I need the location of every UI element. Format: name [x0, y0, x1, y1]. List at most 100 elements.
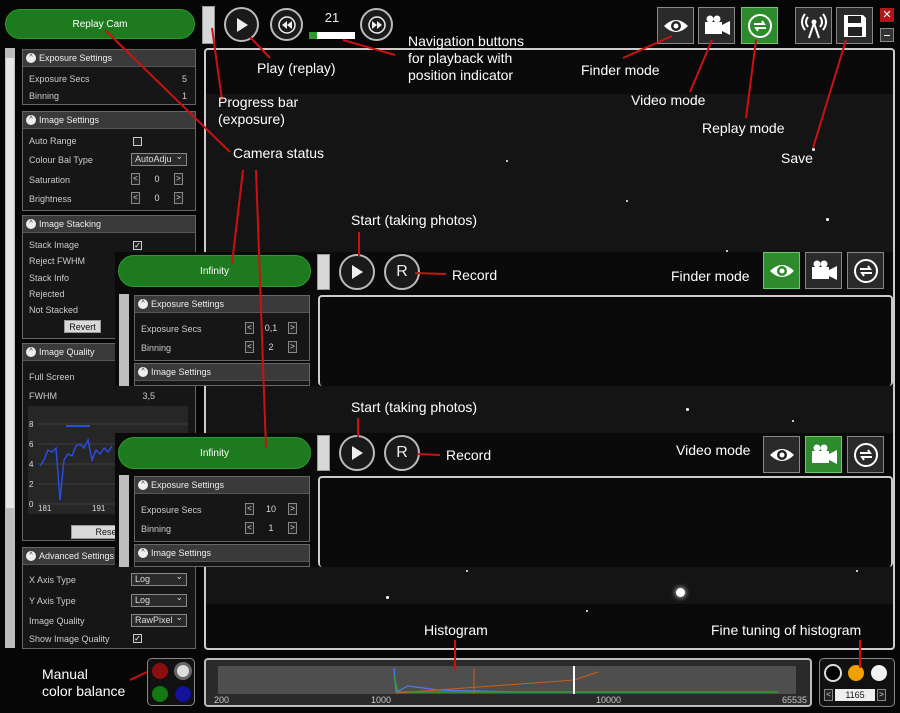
image-stacking-header[interactable]: ^ Image Stacking — [23, 216, 195, 233]
star — [386, 596, 389, 599]
fine-tuning-value[interactable]: 1165 — [835, 689, 875, 701]
exposure-settings-header[interactable]: ^ Exposure Settings — [23, 50, 195, 67]
y-tick-label: 2 — [29, 480, 34, 489]
annotation-histogram: Histogram — [424, 622, 488, 638]
annotation-record-1: Record — [452, 267, 498, 283]
y-tick-label: 4 — [29, 460, 34, 469]
saturation-stepper[interactable]: <0 > — [131, 173, 183, 185]
red-color-button[interactable] — [152, 663, 168, 679]
increment-button[interactable]: > — [288, 322, 297, 334]
video-video-button[interactable] — [805, 436, 842, 473]
annotation-fine-tuning: Fine tuning of histogram — [711, 622, 862, 638]
colour-bal-select[interactable]: AutoAdju — [131, 151, 187, 166]
finder-image-header[interactable]: ^ Image Settings — [135, 364, 309, 381]
video-camera-status[interactable]: Infinity — [118, 437, 311, 469]
increment-button[interactable]: > — [174, 192, 183, 204]
exposure-secs-label: Exposure Secs — [29, 74, 90, 84]
binning-stepper[interactable]: <1 > — [245, 522, 297, 534]
close-icon: ✕ — [882, 9, 892, 21]
increment-button[interactable]: > — [174, 173, 183, 185]
finder-exposure-title: Exposure Settings — [151, 299, 225, 309]
decrement-button[interactable]: < — [245, 503, 254, 515]
exposure-secs-label: Exposure Secs — [141, 324, 202, 334]
remote-button[interactable] — [795, 7, 832, 44]
video-image-view[interactable] — [318, 476, 893, 567]
video-scrollbar[interactable] — [119, 475, 129, 567]
y-tick-label: 6 — [29, 440, 34, 449]
auto-range-checkbox[interactable] — [133, 137, 142, 146]
save-button[interactable] — [836, 7, 873, 44]
binning-value[interactable]: 1 — [182, 89, 187, 103]
replay-icon — [853, 442, 878, 467]
video-image-header[interactable]: ^ Image Settings — [135, 545, 309, 562]
annotation-video-mode-2: Video mode — [676, 442, 751, 458]
video-record-button[interactable]: R — [384, 435, 420, 471]
decrement-button[interactable]: < — [245, 322, 254, 334]
fine-tuning-stepper[interactable]: <1165 > — [824, 689, 886, 701]
finder-record-button[interactable]: R — [384, 254, 420, 290]
finder-camera-status[interactable]: Infinity — [118, 255, 311, 287]
collapse-icon: ^ — [26, 551, 36, 561]
finder-start-button[interactable] — [339, 254, 375, 290]
x-axis-type-select[interactable]: Log — [131, 571, 187, 586]
y-tick-label: 8 — [29, 420, 34, 429]
finder-video-button[interactable] — [805, 252, 842, 289]
video-eye-button[interactable] — [763, 436, 800, 473]
minimize-button[interactable] — [880, 28, 894, 42]
binning-stepper[interactable]: <2 > — [245, 341, 297, 353]
decrement-button[interactable]: < — [245, 522, 254, 534]
decrement-button[interactable]: < — [245, 341, 254, 353]
brightness-label: Brightness — [29, 194, 72, 204]
video-replay-button[interactable] — [847, 436, 884, 473]
white-color-button[interactable] — [174, 662, 192, 680]
histogram-tick: 1000 — [371, 695, 392, 705]
replay-mode-button[interactable] — [741, 7, 778, 44]
image-quality-title: Image Quality — [39, 347, 95, 357]
show-image-quality-checkbox[interactable]: ✓ — [133, 634, 142, 643]
auto-range-label: Auto Range — [29, 136, 77, 146]
exposure-secs-stepper[interactable]: <10 > — [245, 503, 297, 515]
finder-exposure-header[interactable]: ^ Exposure Settings — [135, 296, 309, 313]
histogram-panel[interactable]: 200 1000 10000 65535 — [204, 658, 812, 707]
close-button[interactable]: ✕ — [880, 8, 894, 22]
rewind-button[interactable] — [270, 8, 303, 41]
video-exposure-header[interactable]: ^ Exposure Settings — [135, 477, 309, 494]
mid-point-button[interactable] — [848, 665, 864, 681]
exposure-secs-stepper[interactable]: <0,1 > — [245, 322, 297, 334]
brightness-stepper[interactable]: <0 > — [131, 192, 183, 204]
white-point-button[interactable] — [871, 665, 887, 681]
scroll-thumb[interactable] — [6, 58, 14, 508]
not-stacked-label: Not Stacked — [29, 305, 79, 315]
play-button[interactable] — [224, 7, 259, 42]
increment-button[interactable]: > — [288, 503, 297, 515]
y-axis-type-select[interactable]: Log — [131, 592, 187, 607]
finder-eye-button[interactable] — [763, 252, 800, 289]
video-mode-button[interactable] — [698, 7, 735, 44]
video-start-button[interactable] — [339, 435, 375, 471]
increment-button[interactable]: > — [288, 341, 297, 353]
finder-replay-button[interactable] — [847, 252, 884, 289]
black-point-button[interactable] — [824, 664, 842, 682]
decrement-button[interactable]: < — [131, 192, 140, 204]
image-settings-header[interactable]: ^ Image Settings — [23, 112, 195, 129]
increment-button[interactable]: > — [288, 522, 297, 534]
camera-status-button[interactable]: Replay Cam — [5, 9, 195, 39]
stack-image-checkbox[interactable]: ✓ — [133, 241, 142, 250]
full-screen-label[interactable]: Full Screen — [29, 372, 75, 382]
sidebar-scrollbar[interactable] — [5, 48, 15, 648]
finder-image-view[interactable] — [318, 295, 893, 386]
finder-scrollbar[interactable] — [119, 294, 129, 386]
position-track[interactable] — [309, 32, 355, 39]
blue-color-button[interactable] — [175, 686, 191, 702]
image-quality-select[interactable]: RawPixel — [131, 612, 187, 627]
forward-button[interactable] — [360, 8, 393, 41]
decrement-button[interactable]: < — [131, 173, 140, 185]
revert-button[interactable]: Revert — [64, 320, 101, 333]
green-color-button[interactable] — [152, 686, 168, 702]
star — [856, 570, 858, 572]
play-icon — [236, 17, 248, 32]
decrement-button[interactable]: < — [824, 689, 833, 701]
finder-mode-button[interactable] — [657, 7, 694, 44]
exposure-secs-value[interactable]: 5 — [182, 72, 187, 86]
increment-button[interactable]: > — [877, 689, 886, 701]
